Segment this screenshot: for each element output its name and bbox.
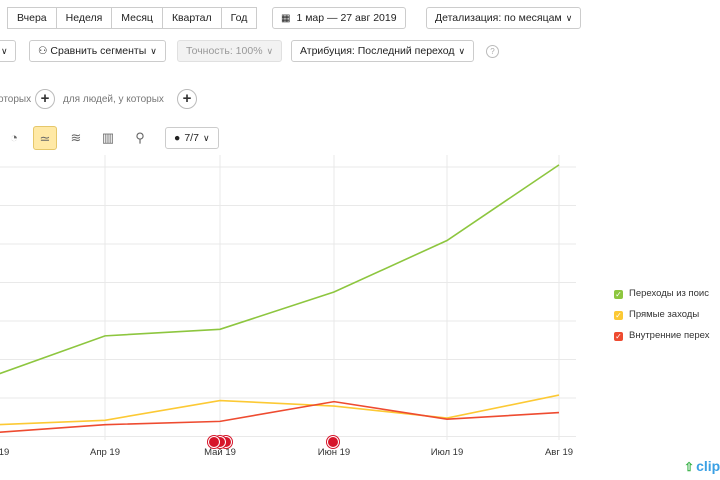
line-chart-icon[interactable]: ≃	[33, 126, 57, 150]
accuracy-dropdown[interactable]: Точность: 100% ∨	[177, 40, 283, 62]
comment-icon: ●	[174, 132, 181, 144]
annotation-marker[interactable]	[208, 436, 220, 448]
chevron-down-icon: ∨	[202, 133, 210, 143]
attribution-label: Атрибуция: Последний переход	[300, 45, 455, 57]
help-icon[interactable]: ?	[486, 45, 499, 58]
legend-label: Переходы из поис	[629, 288, 709, 299]
pie-chart-icon[interactable]: ◔	[2, 126, 26, 150]
series-line-0[interactable]	[0, 164, 560, 375]
x-tick-label: 19	[0, 447, 10, 458]
date-range-button[interactable]: ▦ 1 мар — 27 авг 2019	[272, 7, 406, 29]
compare-label: Сравнить сегменты	[50, 45, 147, 57]
series-line-1[interactable]	[0, 394, 560, 426]
legend-label: Внутренние перех	[629, 330, 710, 341]
x-tick-label: Июн 19	[317, 447, 351, 458]
segment-people-label: для людей, у которых	[63, 94, 164, 105]
x-tick-label: Июл 19	[430, 447, 464, 458]
line-chart	[0, 155, 576, 440]
legend-item-search[interactable]: ✓ Переходы из поис	[614, 288, 709, 299]
legend-label: Прямые заходы	[629, 309, 700, 320]
chevron-down-icon: ∨	[150, 46, 157, 56]
check-icon: ✓	[614, 311, 623, 320]
legend-item-internal[interactable]: ✓ Внутренние перех	[614, 330, 710, 341]
date-range-label: 1 мар — 27 авг 2019	[296, 12, 397, 24]
compare-icon: ⚇	[38, 45, 48, 57]
check-icon: ✓	[614, 290, 623, 299]
detail-label: Детализация: по месяцам	[435, 12, 562, 24]
segment-dropdown[interactable]: ∨	[0, 40, 16, 62]
calendar-icon: ▦	[281, 13, 291, 24]
series-count: 7/7	[184, 132, 199, 144]
period-quarter[interactable]: Квартал	[162, 7, 222, 29]
period-yesterday[interactable]: Вчера	[7, 7, 57, 29]
bar-chart-icon[interactable]: ▥	[96, 126, 120, 150]
chevron-down-icon: ∨	[565, 13, 573, 23]
add-condition-button[interactable]: +	[35, 89, 55, 109]
x-tick-label: Май 19	[204, 447, 236, 458]
chevron-down-icon: ∨	[458, 46, 466, 56]
period-week[interactable]: Неделя	[56, 7, 113, 29]
detail-dropdown[interactable]: Детализация: по месяцам ∨	[426, 7, 582, 29]
annotation-marker[interactable]	[327, 436, 339, 448]
x-tick-label: Апр 19	[90, 447, 120, 458]
segment-condition-partial: оторых	[0, 94, 32, 105]
logo-text: clip	[696, 458, 720, 474]
clip-logo: ⇧ clip	[684, 458, 720, 474]
period-month[interactable]: Месяц	[112, 7, 163, 29]
accuracy-label: Точность: 100%	[186, 45, 263, 57]
map-pin-icon[interactable]: ⚲	[128, 126, 152, 150]
attribution-dropdown[interactable]: Атрибуция: Последний переход ∨	[291, 40, 475, 62]
series-line-2[interactable]	[0, 400, 560, 433]
add-people-condition-button[interactable]: +	[177, 89, 197, 109]
check-icon: ✓	[614, 332, 623, 341]
compare-segments-button[interactable]: ⚇ Сравнить сегменты ∨	[29, 40, 166, 62]
series-selector[interactable]: ● 7/7 ∨	[165, 127, 219, 149]
legend-item-direct[interactable]: ✓ Прямые заходы	[614, 309, 699, 320]
period-selector: Вчера Неделя Месяц Квартал Год	[7, 7, 258, 29]
area-chart-icon[interactable]: ≋	[64, 126, 88, 150]
x-tick-label: Авг 19	[544, 447, 574, 458]
upload-arrow-icon: ⇧	[684, 460, 695, 474]
chevron-down-icon: ∨	[1, 46, 8, 56]
period-year[interactable]: Год	[221, 7, 258, 29]
chevron-down-icon: ∨	[266, 46, 274, 56]
